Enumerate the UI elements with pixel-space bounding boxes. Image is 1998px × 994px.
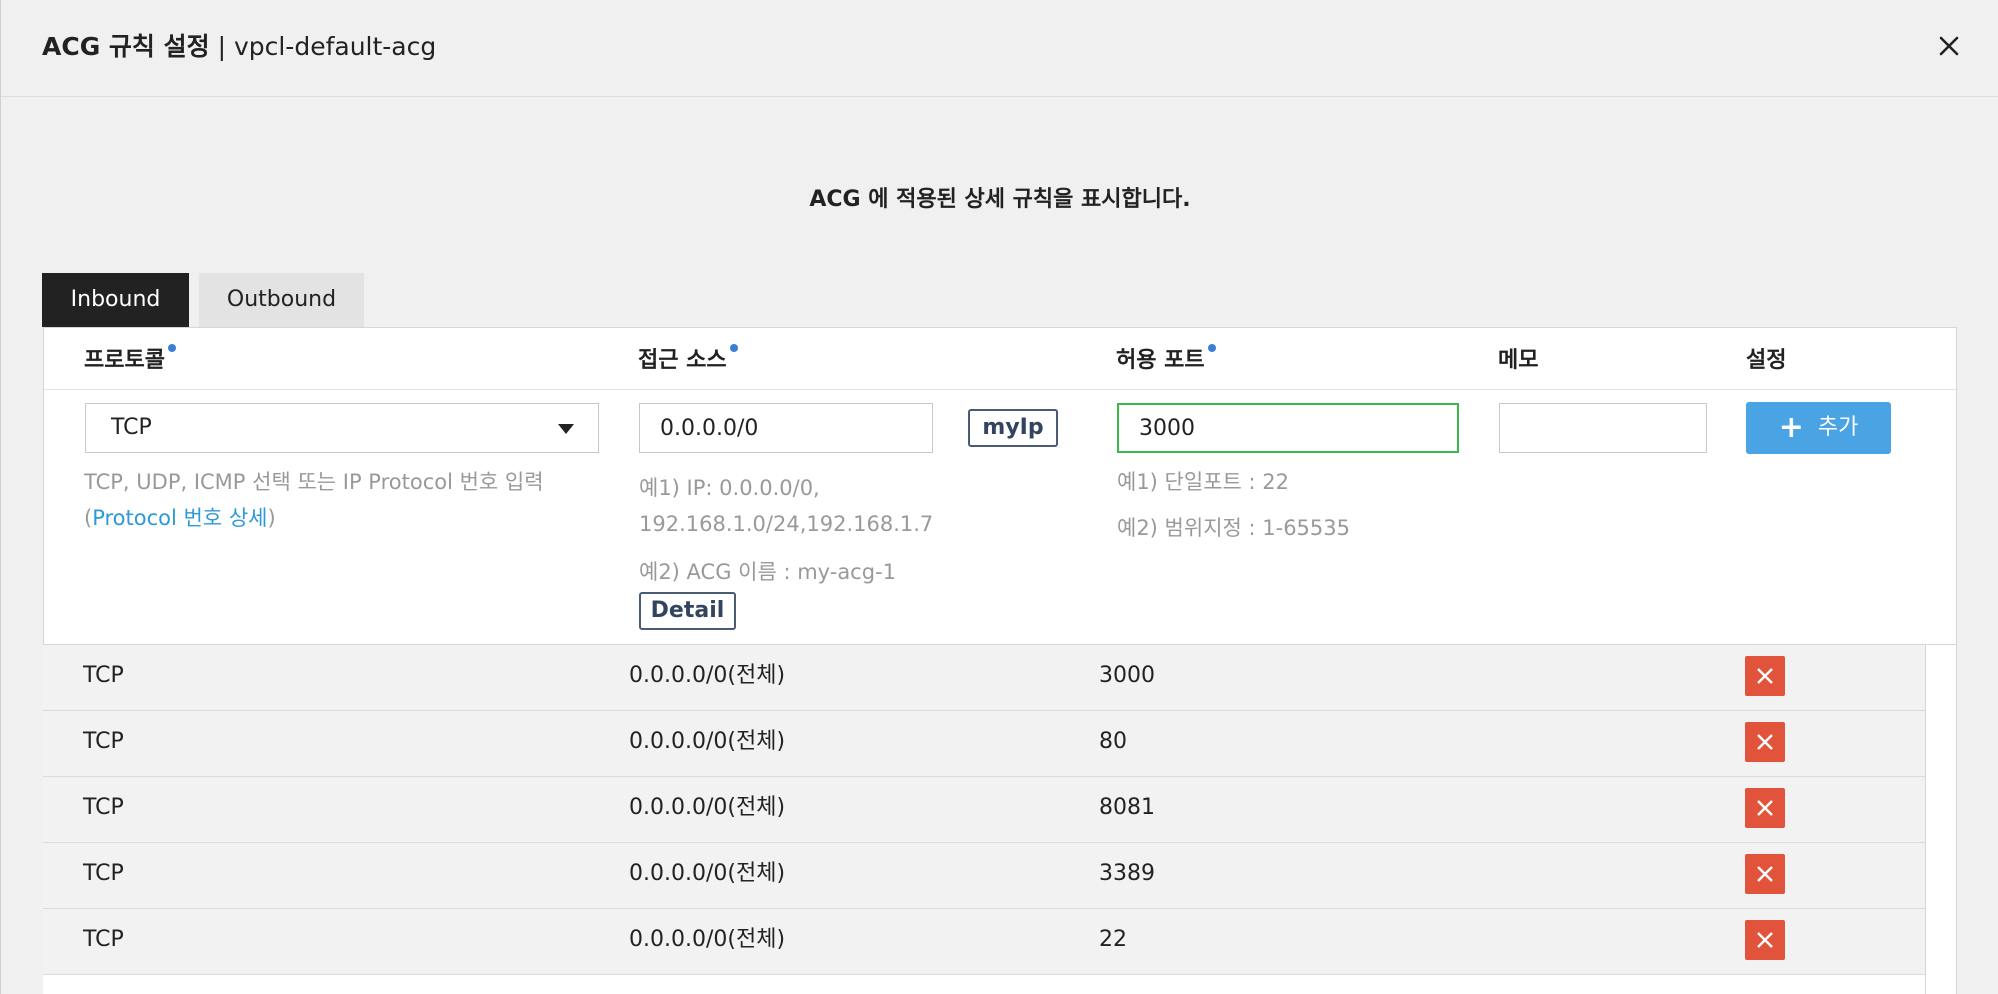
column-header-port-label: 허용 포트 (1116, 348, 1205, 373)
close-icon (1757, 668, 1773, 684)
column-header-source: 접근 소스 (638, 342, 738, 374)
close-icon (1757, 932, 1773, 948)
delete-rule-button[interactable] (1745, 788, 1785, 828)
column-header-memo: 메모 (1498, 348, 1539, 373)
column-header-settings: 설정 (1746, 348, 1787, 373)
rule-source: 0.0.0.0/0(전체) (629, 729, 786, 754)
delete-rule-button[interactable] (1745, 920, 1785, 960)
rule-port: 3389 (1099, 861, 1155, 886)
paren-open: ( (84, 506, 93, 530)
protocol-hint-link-line: (Protocol 번호 상세) (84, 500, 276, 536)
rule-protocol: TCP (83, 795, 124, 820)
protocol-select-value: TCP (111, 415, 152, 440)
rule-source: 0.0.0.0/0(전체) (629, 927, 786, 952)
port-example2: 예2) 범위지정 : 1-65535 (1117, 516, 1350, 540)
paren-close: ) (267, 506, 276, 530)
required-dot (167, 344, 176, 352)
acg-rules-modal: ACG 규칙 설정 | vpcl-default-acg ACG 에 적용된 상… (0, 0, 1998, 994)
protocol-hint: TCP, UDP, ICMP 선택 또는 IP Protocol 번호 입력 (84, 470, 544, 494)
close-icon (1757, 734, 1773, 750)
memo-input[interactable] (1499, 403, 1707, 453)
detail-button[interactable]: Detail (639, 592, 736, 630)
rule-protocol: TCP (83, 861, 124, 886)
tab-inbound[interactable]: Inbound (42, 273, 189, 327)
protocol-number-detail-link[interactable]: Protocol 번호 상세 (92, 506, 267, 530)
close-button[interactable] (1931, 28, 1967, 64)
source-example1-line1: 예1) IP: 0.0.0.0/0, (639, 476, 820, 500)
close-icon (1757, 866, 1773, 882)
modal-header: ACG 규칙 설정 | vpcl-default-acg (1, 0, 1998, 97)
plus-icon: + (1778, 410, 1804, 445)
protocol-select[interactable]: TCP (85, 403, 599, 453)
add-rule-label: 추가 (1817, 415, 1859, 440)
table-row: TCP 0.0.0.0/0(전체) 80 (43, 711, 1925, 777)
rule-port: 3000 (1099, 663, 1155, 688)
modal-title: ACG 규칙 설정 | vpcl-default-acg (42, 30, 436, 64)
rule-list: TCP 0.0.0.0/0(전체) 3000 TCP 0.0.0.0/0(전체)… (43, 645, 1925, 975)
rule-source: 0.0.0.0/0(전체) (629, 861, 786, 886)
modal-description: ACG 에 적용된 상세 규칙을 표시합니다. (809, 187, 1191, 212)
delete-rule-button[interactable] (1745, 854, 1785, 894)
rule-port: 8081 (1099, 795, 1155, 820)
rule-list-bottom (43, 975, 1925, 994)
rule-port: 22 (1099, 927, 1127, 952)
rule-protocol: TCP (83, 729, 124, 754)
column-header-source-label: 접근 소스 (638, 348, 727, 373)
close-icon (1757, 800, 1773, 816)
rule-protocol: TCP (83, 663, 124, 688)
column-header-protocol-label: 프로토콜 (84, 348, 165, 373)
table-row: TCP 0.0.0.0/0(전체) 3000 (43, 645, 1925, 711)
source-example2: 예2) ACG 이름 : my-acg-1 (639, 560, 896, 584)
required-dot (1207, 344, 1216, 352)
tab-outbound[interactable]: Outbound (199, 273, 364, 327)
rule-source: 0.0.0.0/0(전체) (629, 795, 786, 820)
table-row: TCP 0.0.0.0/0(전체) 8081 (43, 777, 1925, 843)
add-rule-button[interactable]: + 추가 (1746, 402, 1891, 454)
port-input[interactable] (1117, 403, 1459, 453)
caret-down-icon (558, 424, 574, 434)
table-row: TCP 0.0.0.0/0(전체) 3389 (43, 843, 1925, 909)
table-row: TCP 0.0.0.0/0(전체) 22 (43, 909, 1925, 975)
required-dot (729, 344, 738, 352)
rule-port: 80 (1099, 729, 1127, 754)
rule-protocol: TCP (83, 927, 124, 952)
rule-form-panel: 프로토콜 접근 소스 허용 포트 메모 설정 TCP TCP, UDP, ICM… (43, 327, 1958, 645)
myip-button[interactable]: myIp (968, 409, 1058, 447)
column-header-protocol: 프로토콜 (84, 342, 176, 374)
rule-source: 0.0.0.0/0(전체) (629, 663, 786, 688)
delete-rule-button[interactable] (1745, 722, 1785, 762)
modal-title-acg-name: | vpcl-default-acg (217, 32, 437, 61)
source-input[interactable] (639, 403, 933, 453)
delete-rule-button[interactable] (1745, 656, 1785, 696)
port-example1: 예1) 단일포트 : 22 (1117, 470, 1289, 494)
source-example1-line2: 192.168.1.0/24,192.168.1.7 (639, 512, 934, 536)
table-header: 프로토콜 접근 소스 허용 포트 메모 설정 (44, 328, 1958, 390)
column-header-port: 허용 포트 (1116, 342, 1216, 374)
modal-title-main: ACG 규칙 설정 (42, 32, 210, 61)
rule-list-scrollbar-track[interactable] (1925, 645, 1957, 994)
close-icon (1939, 36, 1959, 56)
